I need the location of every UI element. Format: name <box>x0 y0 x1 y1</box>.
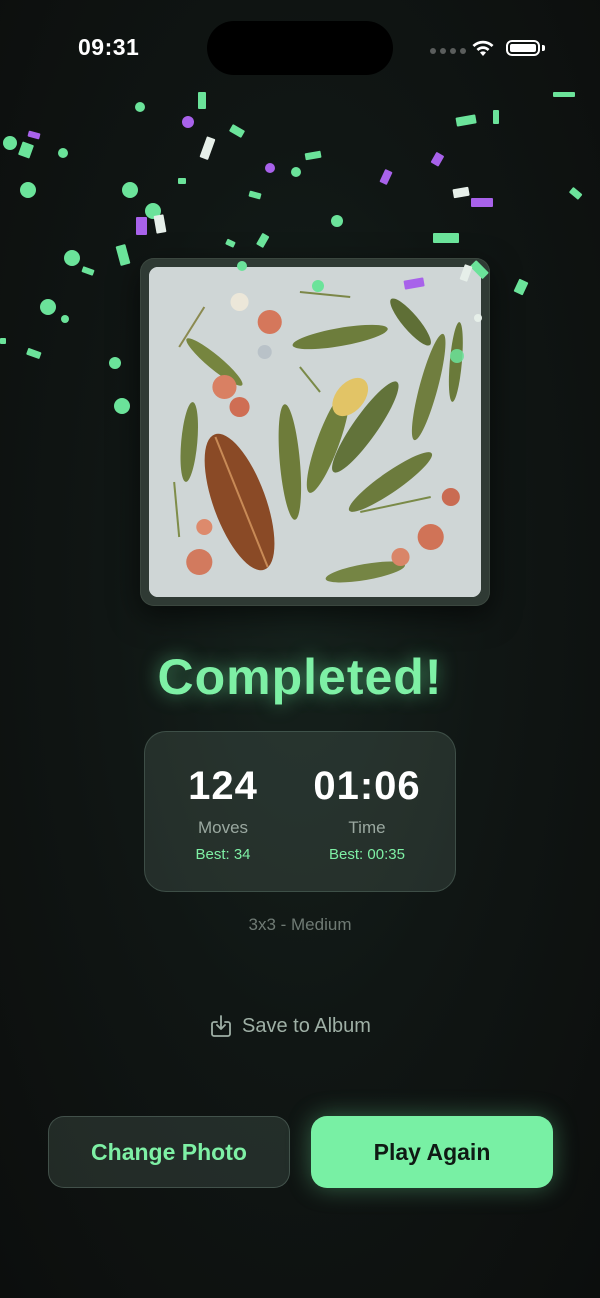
status-time: 09:31 <box>78 34 140 60</box>
battery-icon <box>506 40 540 56</box>
moves-label: Moves <box>197 818 249 837</box>
moves-best: Best: 34 <box>195 846 251 863</box>
time-label: Time <box>348 818 386 837</box>
save-to-album-label: Save to Album <box>242 1014 371 1037</box>
pressed-botanicals-photo <box>149 267 481 597</box>
moves-value: 124 <box>188 764 258 808</box>
stats-card: 124 Moves Best: 34 01:06 Time Best: 00:3… <box>144 731 456 892</box>
save-download-icon <box>211 1015 231 1037</box>
save-to-album-button[interactable]: Save to Album <box>210 1014 371 1038</box>
cellular-signal-icon <box>430 48 466 54</box>
completed-title: Completed! <box>157 649 443 705</box>
time-best: Best: 00:35 <box>329 846 405 863</box>
moves-stat: 124 Moves Best: 34 <box>145 762 301 863</box>
battery-cap <box>542 45 545 51</box>
play-again-button[interactable]: Play Again <box>311 1116 553 1188</box>
difficulty-label: 3x3 - Medium <box>248 915 352 934</box>
wifi-icon <box>472 40 494 56</box>
completed-puzzle-image-frame <box>140 258 490 606</box>
time-value: 01:06 <box>313 764 421 808</box>
time-stat: 01:06 Time Best: 00:35 <box>289 762 445 863</box>
dynamic-island <box>207 21 393 75</box>
change-photo-button[interactable]: Change Photo <box>48 1116 290 1188</box>
